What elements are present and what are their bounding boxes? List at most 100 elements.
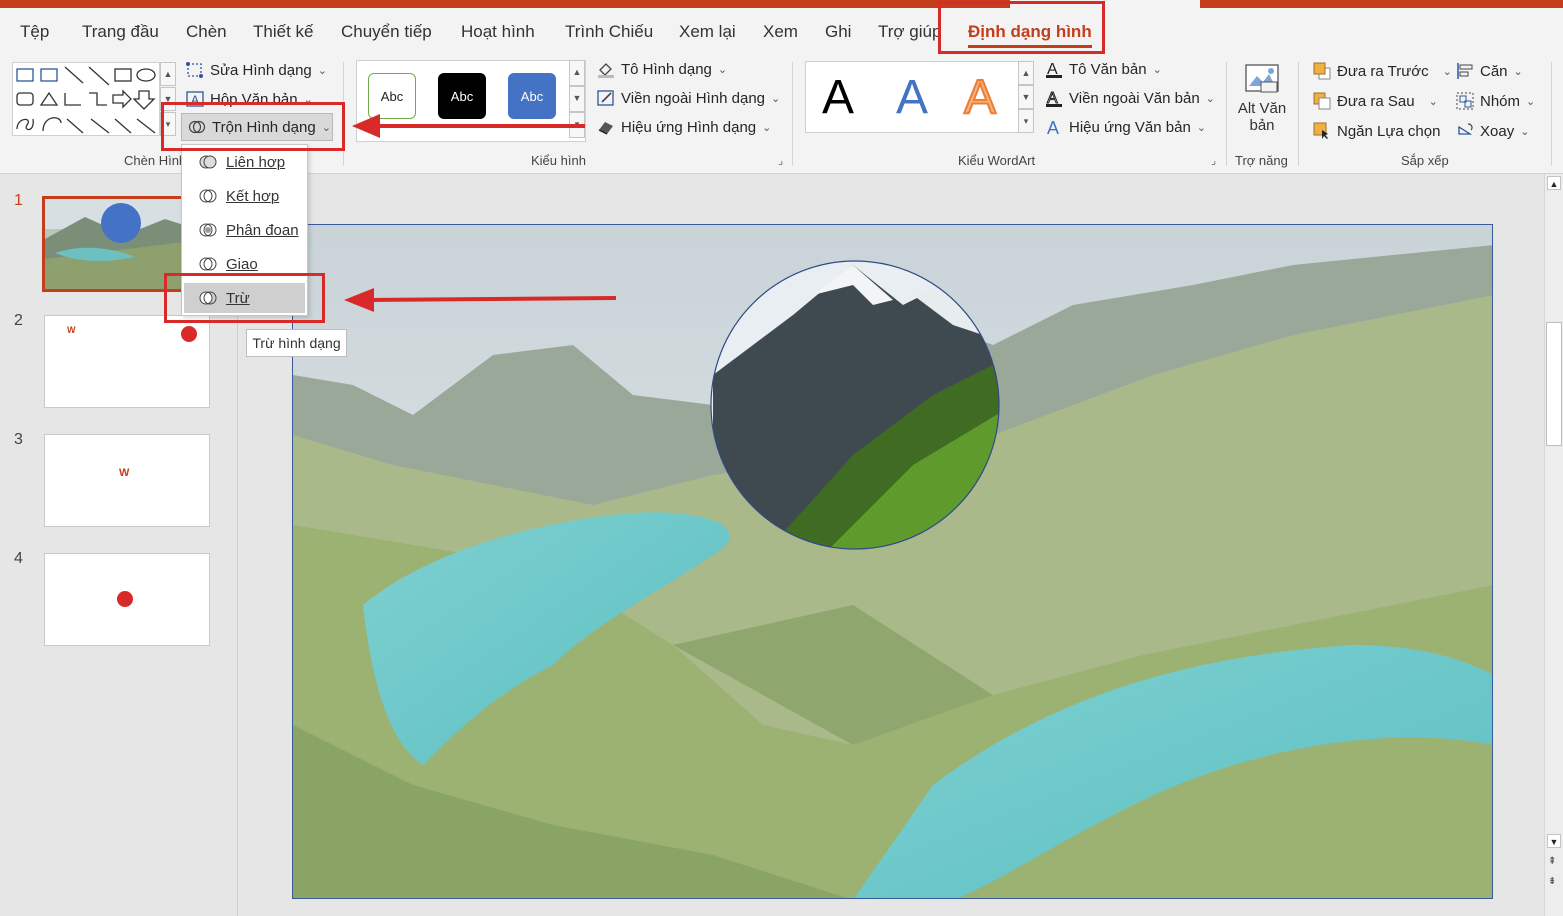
shape-outline-label: Viền ngoài Hình dạng [621,89,766,107]
shapes-gallery-up[interactable]: ▲ [160,62,176,86]
text-fill-button[interactable]: A Tô Văn bản ⌄ [1045,60,1162,78]
slide-editor[interactable] [292,224,1493,899]
union-icon [199,155,217,169]
align-icon [1457,63,1473,79]
wordart-gallery-up[interactable]: ▲ [1018,61,1034,85]
menu-item-union[interactable]: Liên hợp [184,147,305,177]
align-button[interactable]: Căn ⌄ [1456,62,1523,80]
bring-forward-icon [1313,62,1331,80]
next-slide-icon[interactable]: ⇟ [1548,876,1556,887]
edit-shape-label: Sửa Hình dạng [210,61,312,79]
tab-insert[interactable]: Chèn [186,22,227,42]
tab-home[interactable]: Trang đầu [82,22,159,42]
tab-view[interactable]: Xem [763,22,798,42]
ribbon-tab-bar: Tệp Trang đầu Chèn Thiết kế Chuyển tiếp … [0,8,1563,56]
wordart-gallery-more[interactable]: ▾ [1018,109,1034,133]
styles-gallery-up[interactable]: ▲ [569,60,585,86]
rotate-icon [1458,123,1473,135]
rotate-button[interactable]: Xoay ⌄ [1456,122,1529,140]
send-backward-label: Đưa ra Sau [1337,92,1415,110]
vertical-scrollbar[interactable]: ▲ ▼ ⇞ ⇟ [1544,174,1563,916]
annotation-arrow-subtract [344,288,617,312]
previous-slide-icon[interactable]: ⇞ [1548,856,1556,867]
text-effects-icon: A [1047,118,1059,136]
menu-item-label: Phân đoạn [226,221,299,239]
wordart-style-orange[interactable]: A [963,70,997,125]
alt-text-label-2: bản [1249,117,1275,134]
alt-text-icon [1245,64,1279,93]
tab-help[interactable]: Trợ giúp [878,22,941,42]
group-button[interactable]: Nhóm ⌄ [1456,92,1535,110]
tab-slideshow[interactable]: Trình Chiếu [565,22,653,42]
alt-text-button[interactable]: Alt Văn bản [1236,62,1288,142]
wordart-style-black[interactable]: A [822,70,854,125]
arrange-group-label: Sắp xếp [1401,153,1449,168]
slide-number: 4 [14,550,23,567]
wordart-gallery[interactable]: A A A [805,61,1021,133]
text-effects-button[interactable]: A Hiệu ứng Văn bản ⌄ [1045,118,1206,136]
tab-design[interactable]: Thiết kế [253,22,313,42]
slide-number: 3 [14,431,23,448]
wordart-gallery-down[interactable]: ▼ [1018,85,1034,109]
selection-pane-button[interactable]: Ngăn Lựa chọn [1313,122,1440,140]
logo-badge [181,326,197,342]
shape-edit-icon [186,62,203,78]
selection-pane-label: Ngăn Lựa chọn [1337,122,1441,140]
insert-shapes-group-label: Chèn Hình [124,153,187,168]
wordart-group-label: Kiểu WordArt [958,153,1036,168]
logo-mark: W [119,467,130,479]
menu-item-fragment[interactable]: Phân đoạn [184,215,305,245]
dialog-launcher-icon[interactable]: ⌟ [778,154,783,167]
scroll-up-icon[interactable]: ▲ [1547,176,1561,190]
slide-thumbnail-3[interactable]: W [44,434,210,527]
menu-item-label: Kết hợp [226,187,280,205]
menu-item-label: Giao [226,255,258,273]
text-fill-icon: A [1046,61,1062,78]
fragment-icon [199,223,217,237]
text-effects-label: Hiệu ứng Văn bản [1069,118,1191,136]
shapes-gallery[interactable] [12,62,160,136]
annotation-box-merge [161,102,345,151]
annotation-box-subtract [164,273,325,323]
shape-fill-icon [598,63,614,78]
edit-shape-button[interactable]: Sửa Hình dạng ⌄ [186,61,327,79]
shape-effects-icon [598,122,613,135]
alt-text-label-1: Alt Văn [1237,100,1287,117]
shape-fill-label: Tô Hình dạng [621,60,712,78]
shape-effects-label: Hiệu ứng Hình dạng [621,118,757,136]
tab-file[interactable]: Tệp [20,22,49,42]
scroll-down-icon[interactable]: ▼ [1547,834,1561,848]
styles-gallery-down[interactable]: ▼ [569,86,585,112]
slide-thumbnail-4[interactable] [44,553,210,646]
logo-badge [117,591,133,607]
annotation-box-tab [938,1,1105,54]
tab-transitions[interactable]: Chuyển tiếp [341,22,432,42]
annotation-arrow-merge [352,114,585,138]
slide-number: 2 [14,312,23,329]
bring-forward-button[interactable]: Đưa ra Trước ⌄ [1313,62,1452,80]
align-label: Căn [1480,62,1508,80]
slide-number: 1 [14,192,23,209]
shape-effects-button[interactable]: Hiệu ứng Hình dạng ⌄ [597,118,771,136]
wordart-dialog-launcher-icon[interactable]: ⌟ [1211,154,1216,167]
shape-styles-group-label: Kiểu hình [531,153,586,168]
shape-outline-button[interactable]: Viền ngoài Hình dạng ⌄ [597,89,780,107]
slide-thumbnail-2[interactable]: W [44,315,210,408]
wordart-style-blue[interactable]: A [896,70,928,125]
title-accent-stripe [0,0,1563,8]
logo-mark: W [67,325,76,335]
tab-record[interactable]: Ghi [825,22,851,42]
rotate-label: Xoay [1480,122,1515,140]
shape-outline-icon [597,90,614,106]
send-backward-button[interactable]: Đưa ra Sau ⌄ [1313,92,1438,110]
text-outline-label: Viền ngoài Văn bản [1069,89,1200,107]
menu-item-combine[interactable]: Kết hợp [184,181,305,211]
group-icon [1456,92,1474,110]
tab-review[interactable]: Xem lại [679,22,736,42]
text-fill-label: Tô Văn bản [1069,60,1147,78]
scroll-thumb[interactable] [1546,322,1562,446]
tooltip: Trừ hình dạng [246,329,347,357]
shape-fill-button[interactable]: Tô Hình dạng ⌄ [597,60,727,78]
text-outline-button[interactable]: A Viền ngoài Văn bản ⌄ [1045,89,1215,107]
tab-animations[interactable]: Hoạt hình [461,22,535,42]
